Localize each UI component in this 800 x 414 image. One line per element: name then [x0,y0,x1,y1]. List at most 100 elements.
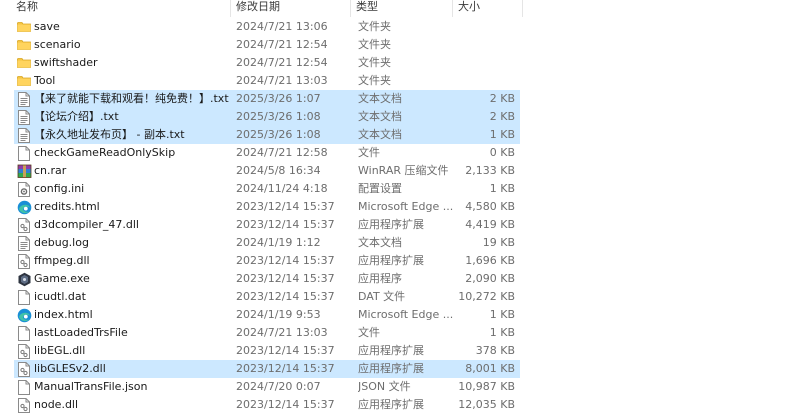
file-type: 应用程序扩展 [358,398,424,411]
file-name: 【永久地址发布页】 - 副本.txt [34,128,185,141]
file-type: 文件夹 [358,38,391,51]
dll-file-icon [16,342,32,360]
file-type: 文本文档 [358,110,402,123]
folder-icon [16,54,32,72]
dll-file-icon [16,360,32,378]
file-row[interactable]: checkGameReadOnlySkip 2024/7/21 12:58 文件… [0,144,800,162]
file-date: 2025/3/26 1:08 [236,110,321,123]
file-row[interactable]: config.ini 2024/11/24 4:18 配置设置 1 KB [0,180,800,198]
file-date: 2023/12/14 15:37 [236,218,335,231]
config-file-icon [16,180,32,198]
file-name: 【论坛介绍】.txt [34,110,119,123]
column-header-size[interactable]: 大小 [454,0,520,17]
file-type: JSON 文件 [358,380,411,393]
column-header-type[interactable]: 类型 [352,0,450,17]
file-type: 文件 [358,326,380,339]
file-date: 2024/11/24 4:18 [236,182,328,195]
file-type: 配置设置 [358,182,402,195]
file-row[interactable]: save 2024/7/21 13:06 文件夹 [0,18,800,36]
file-name: swiftshader [34,56,98,69]
file-name: index.html [34,308,93,321]
file-row[interactable]: scenario 2024/7/21 12:54 文件夹 [0,36,800,54]
file-name: cn.rar [34,164,67,177]
file-date: 2024/7/21 12:54 [236,38,328,51]
file-name: 【来了就能下载和观看！纯免费！】.txt [34,92,229,105]
file-size: 0 KB [489,146,515,159]
file-row[interactable]: ffmpeg.dll 2023/12/14 15:37 应用程序扩展 1,696… [0,252,800,270]
file-name: checkGameReadOnlySkip [34,146,176,159]
file-size [454,36,515,54]
column-separator[interactable] [230,0,231,17]
file-row[interactable]: credits.html 2023/12/14 15:37 Microsoft … [0,198,800,216]
file-type: 应用程序扩展 [358,218,424,231]
file-name: debug.log [34,236,89,249]
edge-icon [16,306,32,324]
file-size: 19 KB [482,236,515,249]
column-header-name[interactable]: 名称 [12,0,228,17]
dll-file-icon [16,396,32,414]
file-date: 2024/7/21 13:06 [236,20,328,33]
text-file-icon [16,234,32,252]
file-row[interactable]: d3dcompiler_47.dll 2023/12/14 15:37 应用程序… [0,216,800,234]
file-size: 10,987 KB [458,380,515,393]
file-type: 文本文档 [358,128,402,141]
file-name: libEGL.dll [34,344,86,357]
file-date: 2024/5/8 16:34 [236,164,321,177]
file-row[interactable]: swiftshader 2024/7/21 12:54 文件夹 [0,54,800,72]
file-size: 2 KB [489,92,515,105]
file-name: lastLoadedTrsFile [34,326,128,339]
file-row[interactable]: 【永久地址发布页】 - 副本.txt 2025/3/26 1:08 文本文档 1… [0,126,800,144]
file-size: 378 KB [475,344,515,357]
file-name: scenario [34,38,81,51]
file-row[interactable]: icudtl.dat 2023/12/14 15:37 DAT 文件 10,27… [0,288,800,306]
file-date: 2023/12/14 15:37 [236,272,335,285]
file-date: 2024/1/19 1:12 [236,236,321,249]
file-row[interactable]: libGLESv2.dll 2023/12/14 15:37 应用程序扩展 8,… [0,360,800,378]
file-row[interactable]: debug.log 2024/1/19 1:12 文本文档 19 KB [0,234,800,252]
column-header: 名称 修改日期 类型 大小 [0,0,800,17]
blank-file-icon [16,288,32,306]
file-row[interactable]: Tool 2024/7/21 13:03 文件夹 [0,72,800,90]
file-type: 文本文档 [358,92,402,105]
file-date: 2024/7/21 12:58 [236,146,328,159]
file-size: 4,580 KB [465,200,515,213]
file-row[interactable]: 【来了就能下载和观看！纯免费！】.txt 2025/3/26 1:07 文本文档… [0,90,800,108]
folder-icon [16,36,32,54]
file-row[interactable]: libEGL.dll 2023/12/14 15:37 应用程序扩展 378 K… [0,342,800,360]
file-row[interactable]: node.dll 2023/12/14 15:37 应用程序扩展 12,035 … [0,396,800,414]
file-date: 2024/7/21 13:03 [236,326,328,339]
file-name: Tool [34,74,56,87]
file-size [454,18,515,36]
file-type: 文件夹 [358,20,391,33]
dll-file-icon [16,252,32,270]
file-row[interactable]: ManualTransFile.json 2024/7/20 0:07 JSON… [0,378,800,396]
file-name: ManualTransFile.json [34,380,148,393]
file-size: 10,272 KB [458,290,515,303]
file-size: 12,035 KB [458,398,515,411]
file-row[interactable]: 【论坛介绍】.txt 2025/3/26 1:08 文本文档 2 KB [0,108,800,126]
file-type: 文件夹 [358,56,391,69]
file-date: 2023/12/14 15:37 [236,290,335,303]
file-row[interactable]: cn.rar 2024/5/8 16:34 WinRAR 压缩文件 2,133 … [0,162,800,180]
text-file-icon [16,126,32,144]
file-name: node.dll [34,398,79,411]
file-name: credits.html [34,200,100,213]
column-separator[interactable] [350,0,351,17]
column-header-date[interactable]: 修改日期 [232,0,348,17]
file-name: config.ini [34,182,85,195]
game-exe-icon [16,270,32,288]
file-name: save [34,20,60,33]
file-row[interactable]: lastLoadedTrsFile 2024/7/21 13:03 文件 1 K… [0,324,800,342]
file-name: icudtl.dat [34,290,86,303]
file-size [454,54,515,72]
column-separator[interactable] [452,0,453,17]
file-type: 文件夹 [358,74,391,87]
file-date: 2023/12/14 15:37 [236,254,335,267]
file-name: d3dcompiler_47.dll [34,218,139,231]
file-row[interactable]: index.html 2024/1/19 9:53 Microsoft Edge… [0,306,800,324]
file-date: 2023/12/14 15:37 [236,344,335,357]
dll-file-icon [16,216,32,234]
file-date: 2024/7/21 13:03 [236,74,328,87]
file-row[interactable]: Game.exe 2023/12/14 15:37 应用程序 2,090 KB [0,270,800,288]
column-separator[interactable] [522,0,523,17]
